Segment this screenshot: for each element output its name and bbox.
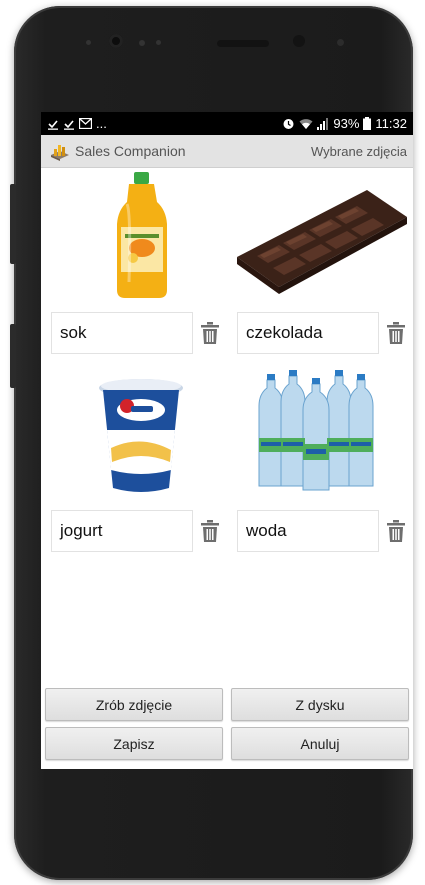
app-title: Sales Companion [75,143,186,159]
sensor-icon [337,39,344,46]
battery-icon [363,117,372,130]
product-photo[interactable] [227,172,413,302]
wifi-icon [299,118,313,129]
app-logo-icon [51,145,69,161]
take-photo-button[interactable]: Zrób zdjęcie [45,688,223,721]
label-input-czekolada[interactable]: czekolada [237,312,379,354]
product-photo[interactable] [227,366,413,496]
app-screen: ... 93% 11:32 Sales Companion Wybrane zd… [41,112,413,769]
alarm-icon [283,119,294,129]
water-bottles-image [258,370,374,491]
orange-juice-image [117,172,167,298]
from-disk-button[interactable]: Z dysku [231,688,409,721]
sensor-icon [293,35,305,47]
email-icon [79,118,92,129]
save-button[interactable]: Zapisz [45,727,223,760]
app-bar: Sales Companion Wybrane zdjęcia [41,135,413,168]
side-button [10,324,16,388]
status-bar: ... 93% 11:32 [41,112,413,135]
product-photo[interactable] [41,370,227,500]
label-input-woda[interactable]: woda [237,510,379,552]
sensor-icon [156,40,161,45]
cancel-button[interactable]: Anuluj [231,727,409,760]
delete-trash-icon[interactable] [201,322,219,344]
download-done-icon [48,119,58,130]
status-more-text: ... [96,116,107,131]
delete-trash-icon[interactable] [387,322,405,344]
delete-trash-icon[interactable] [387,520,405,542]
clock-time: 11:32 [375,116,407,131]
signal-icon [317,117,329,130]
front-camera-icon [109,34,123,48]
download-done-icon [64,119,74,130]
sensor-icon [139,40,145,46]
side-button [10,184,16,264]
page-subtitle: Wybrane zdjęcia [311,143,407,159]
sensor-icon [86,40,91,45]
label-input-sok[interactable]: sok [51,312,193,354]
earpiece-speaker [217,40,269,47]
label-input-jogurt[interactable]: jogurt [51,510,193,552]
battery-percent: 93% [333,116,360,131]
delete-trash-icon[interactable] [201,520,219,542]
yogurt-image [99,379,183,492]
chocolate-image [237,190,407,294]
product-photo[interactable] [41,172,227,302]
